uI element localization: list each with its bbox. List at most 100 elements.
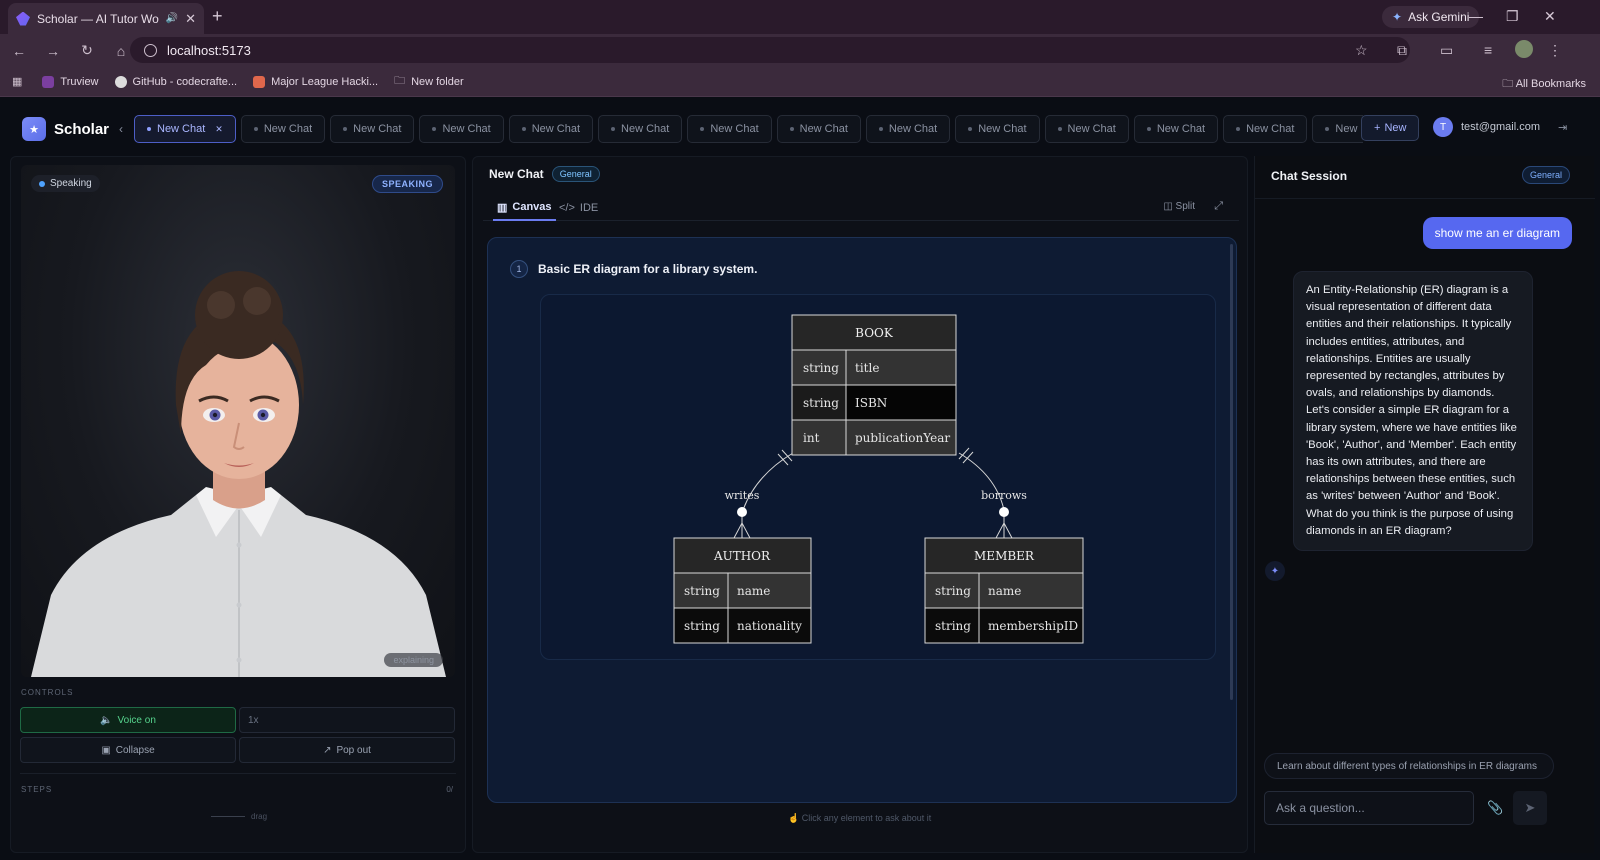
popout-button[interactable]: ↗ Pop out (239, 737, 455, 763)
bookmark-label: Truview (60, 75, 99, 88)
chat-tab[interactable]: New Chat (1133, 115, 1219, 143)
address-bar[interactable]: localhost:5173 (130, 37, 1410, 63)
drag-handle[interactable]: drag (211, 812, 267, 821)
chat-tab-label: New Chat (621, 123, 670, 135)
entity-member[interactable]: MEMBER string name string membershipID (924, 537, 1084, 644)
attr-type: string (803, 361, 839, 375)
speed-select[interactable]: 1x (239, 707, 455, 733)
chat-tab[interactable]: New Chat (419, 115, 504, 143)
entity-name: BOOK (855, 326, 894, 340)
chat-tab-label: New Chat (710, 123, 759, 135)
suggestion-chip[interactable]: Learn about different types of relations… (1264, 753, 1554, 779)
site-info-icon[interactable] (144, 43, 157, 57)
bookmark-mlh[interactable]: Major League Hacki... (253, 75, 378, 88)
chevron-left-icon[interactable]: ‹ (113, 122, 129, 136)
speaking-indicator: Speaking (31, 175, 100, 192)
brand-name: Scholar (54, 120, 110, 138)
chat-tab-label: New Chat (353, 123, 402, 135)
chat-tab[interactable]: New Chat (1312, 115, 1363, 143)
rel-borrows[interactable]: borrows (981, 489, 1027, 502)
attr-type: string (684, 619, 720, 633)
chat-tab[interactable]: New Chat (865, 115, 951, 143)
tab-dot-icon (968, 127, 973, 131)
browser-tab[interactable]: Scholar — AI Tutor Worksp 🔊 ✕ (8, 3, 204, 34)
attr-name: name (737, 584, 770, 598)
chat-tab[interactable]: New Chat (598, 115, 683, 143)
new-tab-icon[interactable]: + (212, 6, 223, 27)
close-tab-icon[interactable]: ✕ (185, 11, 196, 27)
bookmark-truview[interactable]: Truview (42, 75, 99, 88)
chat-tab[interactable]: New Chat (508, 115, 594, 143)
send-button[interactable]: ➤ (1513, 791, 1547, 825)
scrollbar[interactable] (1230, 244, 1233, 700)
chat-tab[interactable]: New Chat (955, 115, 1040, 143)
reload-icon[interactable]: ↻ (72, 42, 102, 59)
code-icon: </> (559, 202, 575, 214)
step-title: Basic ER diagram for a library system. (538, 262, 758, 276)
window-close-icon[interactable]: ✕ (1544, 8, 1556, 25)
chat-tab[interactable]: New Chat (687, 115, 772, 143)
user-message: show me an er diagram (1422, 217, 1572, 249)
controls-label: CONTROLS (21, 688, 74, 697)
category-badge: General (1521, 166, 1570, 184)
er-diagram[interactable]: writes borrows BOOK string title string … (540, 294, 1216, 660)
expand-icon[interactable]: ⤢ (1214, 200, 1223, 213)
speaking-label: Speaking (50, 178, 92, 189)
chat-tab[interactable]: New Chat (330, 115, 415, 143)
collapse-button[interactable]: ▣ Collapse (20, 737, 236, 763)
tab-canvas[interactable]: ▥ Canvas (493, 195, 556, 221)
logout-icon[interactable]: ⇥ (1558, 121, 1567, 134)
minimize-icon[interactable]: — (1469, 8, 1483, 24)
app-favicon-icon (16, 11, 30, 26)
attr-name: nationality (737, 619, 802, 633)
media-icon[interactable]: ≡ (1484, 42, 1492, 58)
forward-icon[interactable]: → (38, 43, 68, 59)
restore-icon[interactable]: ❐ (1506, 8, 1519, 25)
attr-name: membershipID (988, 619, 1078, 633)
tab-ide[interactable]: </> IDE (559, 195, 598, 221)
chat-tab[interactable]: New Chat (1044, 115, 1129, 143)
ask-gemini-button[interactable]: ✦ Ask Gemini (1382, 6, 1480, 28)
ask-input[interactable] (1264, 791, 1474, 825)
chat-tab[interactable]: New Chat (776, 115, 861, 143)
extensions-icon[interactable]: ⧉ (1397, 42, 1407, 59)
chat-tab[interactable]: New Chat (1223, 115, 1308, 143)
status-badge: SPEAKING (371, 175, 443, 193)
attr-type: string (803, 396, 839, 410)
rel-writes[interactable]: writes (725, 489, 760, 502)
attr-type: string (684, 584, 720, 598)
bookmark-folder[interactable]: 🗀 New folder (394, 72, 464, 91)
entity-name: MEMBER (974, 549, 1035, 563)
chat-tab[interactable]: New Chat (240, 115, 326, 143)
close-tab-icon[interactable]: ✕ (215, 124, 223, 135)
bookmark-github[interactable]: GitHub - codecrafte... (114, 75, 237, 88)
steps-label: STEPS (21, 785, 53, 794)
click-hint: ☝ Click any element to ask about it (788, 813, 931, 824)
entity-author[interactable]: AUTHOR string name string nationality (673, 537, 812, 644)
chat-tab-label: New Chat (1156, 123, 1206, 135)
user-email: test@gmail.com (1461, 121, 1541, 133)
cast-icon[interactable]: ▭ (1440, 42, 1453, 59)
assistant-avatar-icon: ✦ (1265, 561, 1285, 581)
profile-icon[interactable] (1515, 40, 1533, 58)
back-icon[interactable]: ← (4, 43, 34, 59)
chat-tab[interactable]: New Chat ✕ (134, 115, 236, 143)
er-diagram-svg: writes borrows BOOK string title string … (673, 314, 1084, 644)
click-hint-label: Click any element to ask about it (801, 813, 932, 823)
menu-icon[interactable]: ⋮ (1548, 42, 1562, 59)
split-button[interactable]: ◫ Split (1163, 201, 1195, 212)
chat-tab-label: New Chat (442, 123, 491, 135)
all-bookmarks[interactable]: 🗀 All Bookmarks (1502, 75, 1586, 94)
bookmarks-bar: ▦ Truview GitHub - codecrafte... Major L… (0, 67, 1600, 97)
apps-grid-icon[interactable]: ▦ (12, 75, 22, 88)
entity-book[interactable]: BOOK string title string ISBN int public… (791, 314, 957, 456)
new-chat-button[interactable]: + New (1361, 115, 1420, 141)
drag-label: drag (251, 812, 268, 821)
user-menu[interactable]: T test@gmail.com ⇥ (1433, 117, 1567, 137)
bookmark-star-icon[interactable]: ☆ (1355, 42, 1368, 59)
status-dot-icon (39, 180, 45, 187)
attach-icon[interactable]: 📎 (1487, 800, 1503, 816)
audio-icon[interactable]: 🔊 (166, 13, 178, 24)
chat-tab-label: New Chat (1335, 123, 1363, 135)
voice-toggle-button[interactable]: 🔈 Voice on (20, 707, 236, 733)
